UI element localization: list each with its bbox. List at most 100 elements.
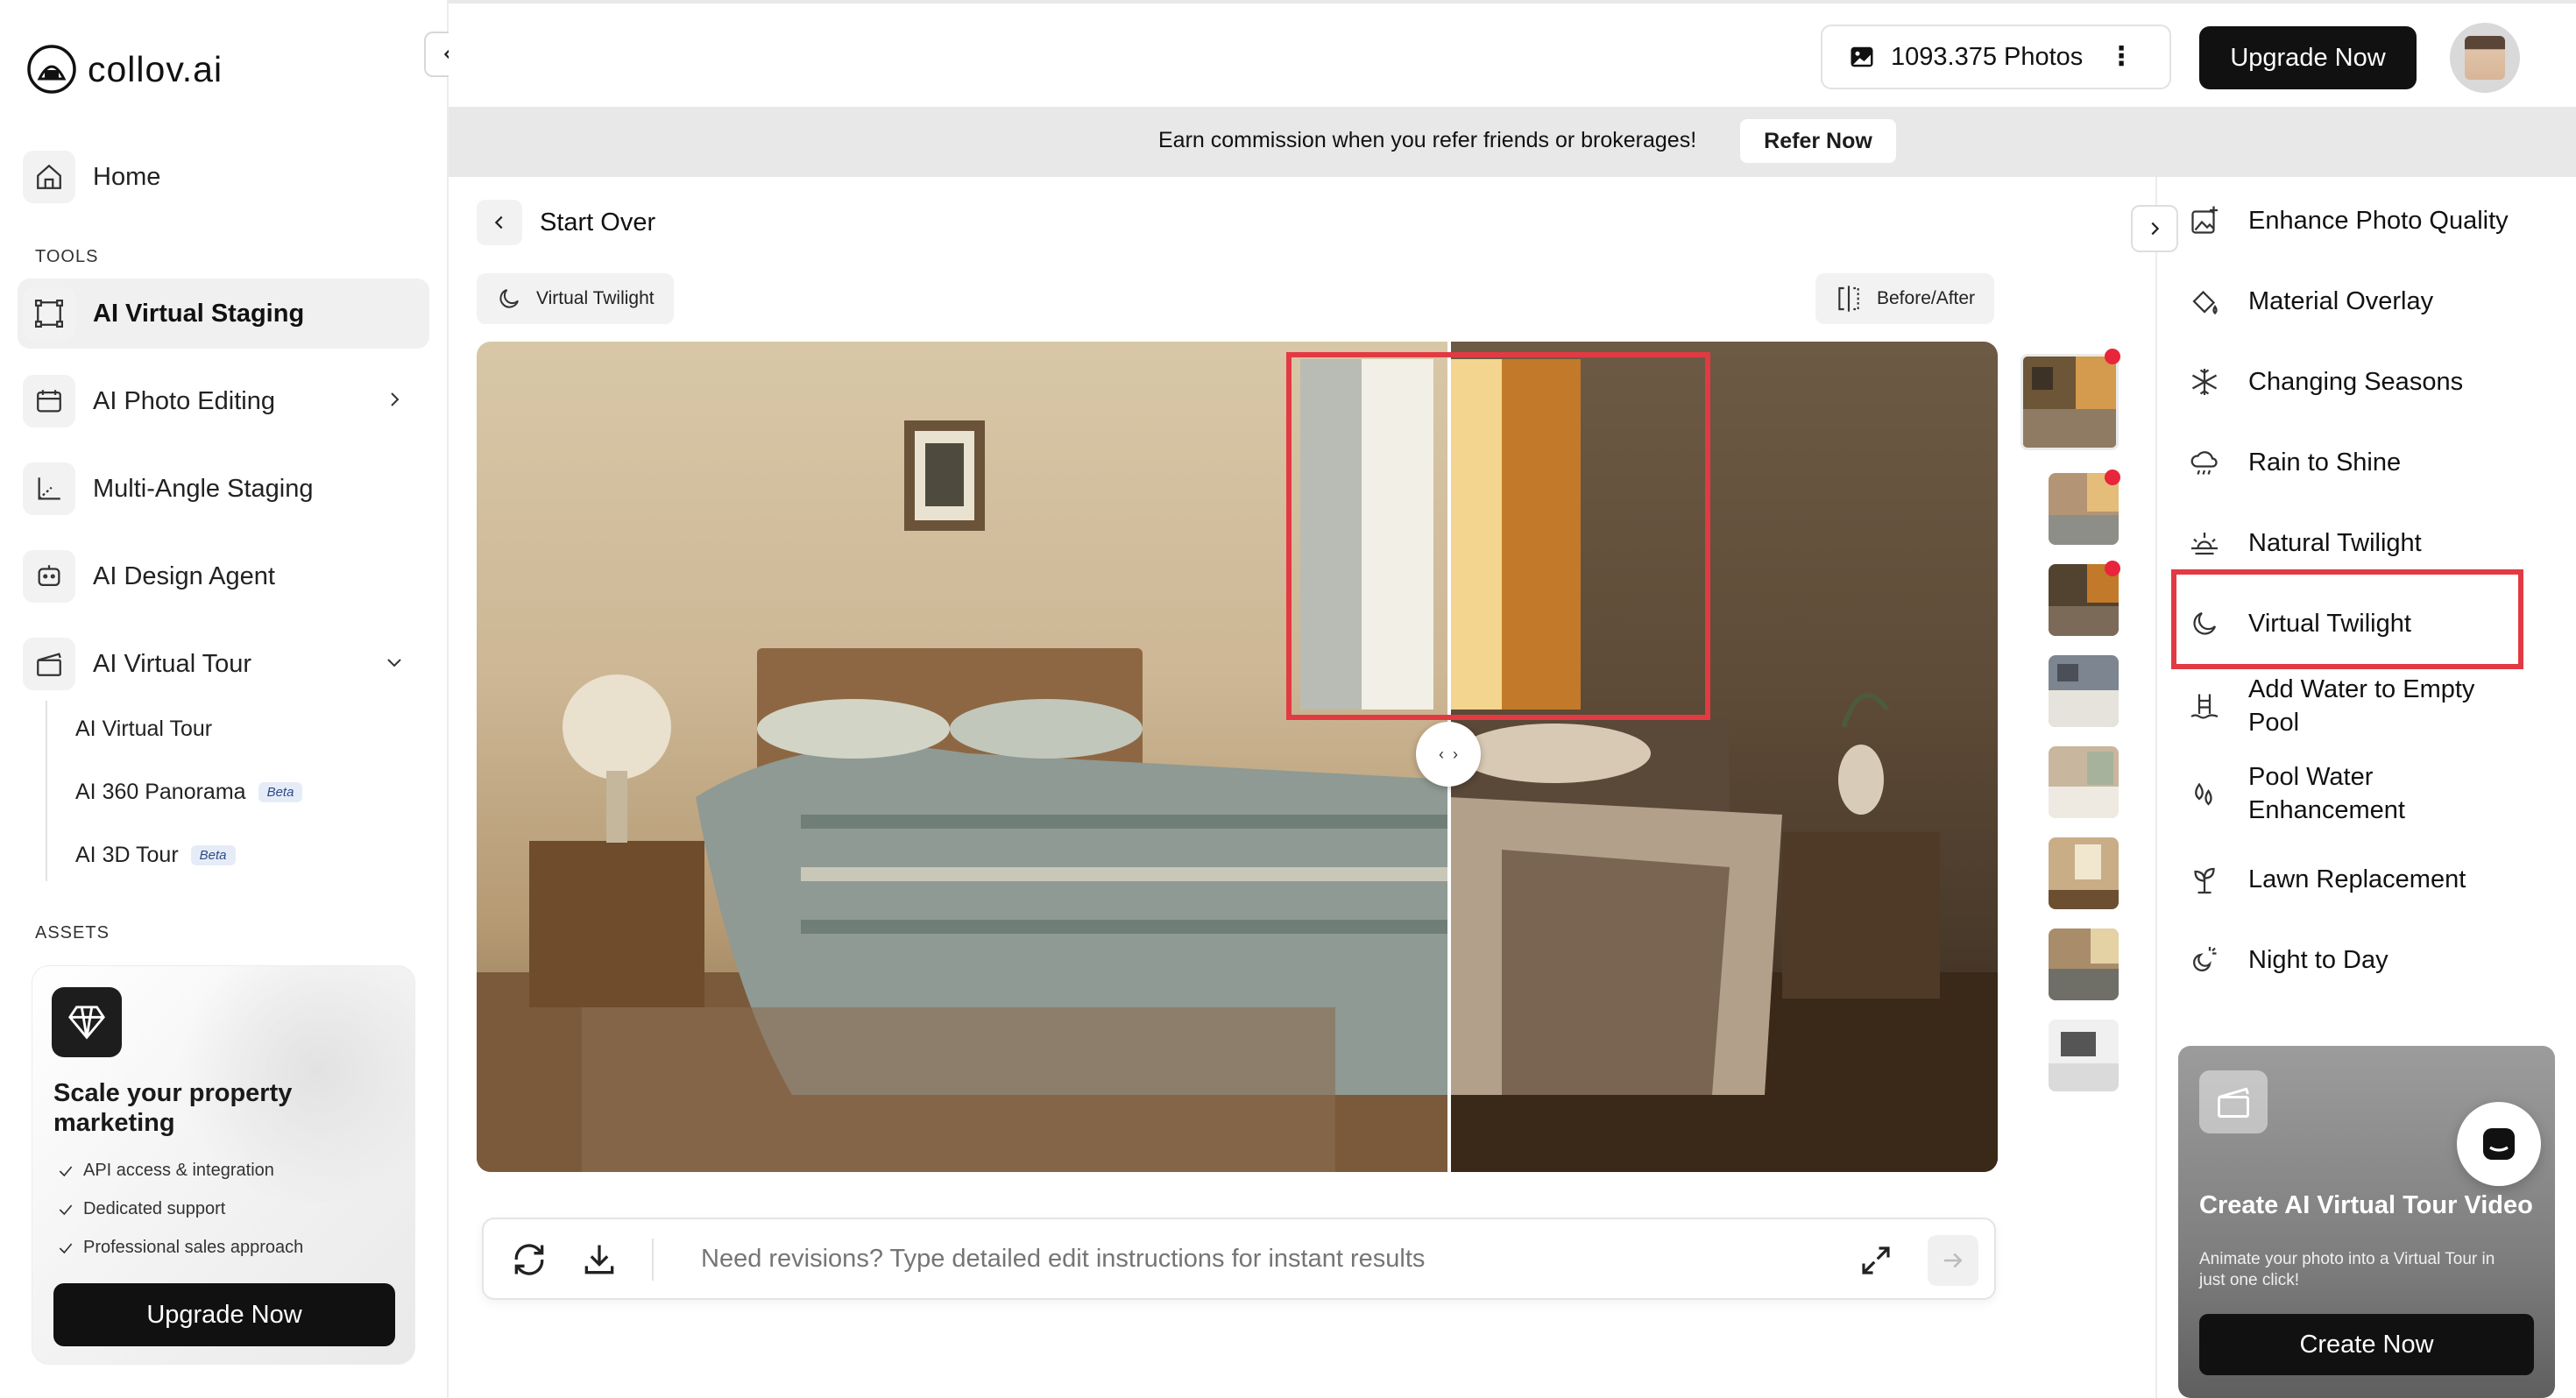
cloud-rain-icon	[2187, 445, 2222, 480]
tool-material-overlay[interactable]: Material Overlay	[2187, 284, 2555, 319]
nav-ai-virtual-tour[interactable]: AI Virtual Tour	[18, 629, 429, 699]
nav-label: AI Virtual Tour	[93, 649, 252, 678]
nav-ai-photo-editing[interactable]: AI Photo Editing	[18, 366, 429, 436]
sun-moon-icon	[2187, 943, 2222, 978]
tool-lawn-replacement[interactable]: Lawn Replacement	[2187, 862, 2555, 897]
sub-ai-360-panorama[interactable]: AI 360 Panorama Beta	[75, 780, 303, 805]
regenerate-icon[interactable]	[510, 1240, 548, 1279]
staging-icon	[23, 287, 75, 340]
revision-prompt-bar	[482, 1218, 1996, 1300]
referral-banner: Earn commission when you refer friends o…	[449, 107, 2576, 177]
promo-feature: API access & integration	[57, 1161, 274, 1181]
tool-add-water-to-empty-pool[interactable]: Add Water to Empty Pool	[2187, 673, 2502, 739]
clapper-icon	[2199, 1070, 2268, 1133]
tool-night-to-day[interactable]: Night to Day	[2187, 943, 2555, 978]
send-button[interactable]	[1928, 1235, 1978, 1286]
tool-pool-water-enhancement[interactable]: Pool Water Enhancement	[2187, 760, 2502, 827]
back-button[interactable]	[477, 200, 522, 245]
chat-icon	[2483, 1128, 2515, 1160]
promo-feature-text: Dedicated support	[83, 1199, 226, 1218]
chevron-down-icon[interactable]	[384, 652, 405, 673]
refer-now-button[interactable]: Refer Now	[1740, 119, 1896, 163]
new-result-dot	[2105, 470, 2120, 485]
result-thumbnail[interactable]	[2020, 354, 2119, 450]
tool-label: Enhance Photo Quality	[2248, 207, 2509, 235]
nav-ai-virtual-staging[interactable]: AI Virtual Staging	[18, 279, 429, 349]
comparison-slider-handle[interactable]: ‹ ›	[1416, 722, 1481, 787]
mode-tag-label: Virtual Twilight	[536, 288, 655, 308]
promo-feature: Dedicated support	[57, 1199, 225, 1219]
photo-edit-icon	[23, 375, 75, 427]
sub-label: AI 3D Tour	[75, 843, 179, 867]
create-now-button[interactable]: Create Now	[2199, 1314, 2534, 1375]
water-drops-icon	[2187, 776, 2222, 811]
assets-heading: ASSETS	[35, 923, 110, 943]
photos-count: 1093.375 Photos	[1891, 42, 2084, 71]
beta-badge: Beta	[258, 782, 303, 802]
nav-label: AI Photo Editing	[93, 386, 275, 415]
sunset-icon	[2187, 526, 2222, 561]
tool-changing-seasons[interactable]: Changing Seasons	[2187, 364, 2555, 399]
enhance-icon	[2187, 203, 2222, 238]
avatar[interactable]	[2450, 23, 2520, 93]
check-icon	[59, 1242, 73, 1253]
paint-bucket-icon	[2187, 284, 2222, 319]
diamond-icon	[52, 987, 122, 1057]
new-result-dot	[2105, 561, 2120, 576]
nav-ai-design-agent[interactable]: AI Design Agent	[18, 541, 429, 611]
promo-upgrade-button[interactable]: Upgrade Now	[53, 1283, 395, 1346]
avatar-image	[2465, 36, 2505, 80]
tour-card-description: Animate your photo into a Virtual Tour i…	[2199, 1250, 2495, 1289]
expand-icon[interactable]	[1858, 1242, 1894, 1279]
promo-title: Scale your property marketing	[53, 1079, 293, 1137]
nav-home[interactable]: Home	[18, 142, 429, 212]
arrow-left-icon: ‹	[1439, 745, 1444, 763]
nav-label: AI Design Agent	[93, 561, 275, 590]
compare-icon	[1838, 286, 1859, 312]
start-over-row[interactable]: Start Over	[477, 200, 655, 245]
tree-line	[46, 701, 47, 881]
tool-natural-twilight[interactable]: Natural Twilight	[2187, 526, 2555, 561]
photos-credit-pill[interactable]: 1093.375 Photos ⋮	[1821, 25, 2171, 89]
sub-ai-3d-tour[interactable]: AI 3D Tour Beta	[75, 843, 236, 868]
nav-multi-angle-staging[interactable]: Multi-Angle Staging	[18, 454, 429, 524]
brand-logo[interactable]: collov.ai	[26, 44, 223, 95]
tool-label: Lawn Replacement	[2248, 865, 2466, 893]
comparison-image[interactable]: ‹ ›	[477, 342, 1998, 1172]
brand-name: collov.ai	[88, 48, 223, 89]
before-after-toggle[interactable]: Before/After	[1815, 273, 1995, 324]
before-after-label: Before/After	[1877, 288, 1976, 308]
result-thumbnail[interactable]	[2049, 928, 2119, 1000]
check-icon	[59, 1204, 73, 1215]
promo-feature-text: API access & integration	[83, 1161, 274, 1180]
check-icon	[59, 1165, 73, 1176]
chevron-right-icon	[391, 392, 400, 406]
nav-home-label: Home	[93, 162, 161, 191]
toggle-tools-panel-button[interactable]	[2131, 205, 2178, 252]
result-thumbnail[interactable]	[2049, 746, 2119, 818]
tool-label: Rain to Shine	[2248, 448, 2402, 477]
nav-label: AI Virtual Staging	[93, 299, 305, 328]
tools-heading: TOOLS	[35, 247, 99, 266]
tool-label: Night to Day	[2248, 946, 2388, 974]
angle-icon	[23, 462, 75, 515]
virtual-tour-promo-card: Create AI Virtual Tour Video Animate you…	[2178, 1046, 2555, 1398]
download-icon[interactable]	[580, 1240, 619, 1279]
topbar: 1093.375 Photos ⋮ Upgrade Now	[449, 0, 2576, 107]
pool-ladder-icon	[2187, 688, 2222, 724]
result-thumbnail[interactable]	[2049, 837, 2119, 909]
chat-support-button[interactable]	[2457, 1102, 2541, 1186]
upgrade-now-button[interactable]: Upgrade Now	[2199, 26, 2417, 89]
tool-enhance-photo-quality[interactable]: Enhance Photo Quality	[2187, 203, 2555, 238]
tool-rain-to-shine[interactable]: Rain to Shine	[2187, 445, 2555, 480]
more-icon[interactable]: ⋮	[2108, 44, 2134, 70]
result-thumbnail[interactable]	[2049, 655, 2119, 727]
arrow-right-icon	[1944, 1253, 1963, 1268]
moon-icon	[499, 289, 519, 308]
sub-ai-virtual-tour[interactable]: AI Virtual Tour	[75, 717, 212, 742]
new-result-dot	[2105, 349, 2120, 364]
promo-feature-text: Professional sales approach	[83, 1238, 304, 1257]
revision-input[interactable]	[701, 1237, 1665, 1281]
result-thumbnail[interactable]	[2049, 1020, 2119, 1091]
promo-card: Scale your property marketing API access…	[32, 965, 415, 1365]
